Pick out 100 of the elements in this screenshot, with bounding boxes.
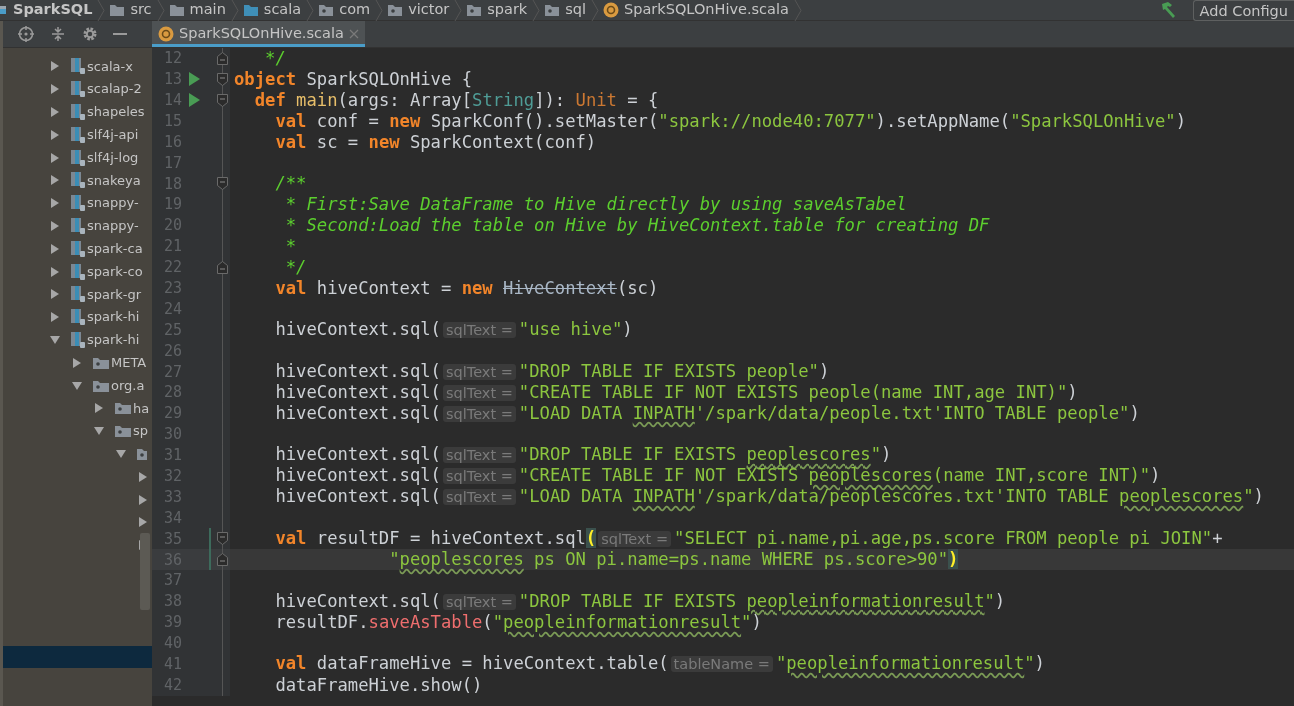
parameter-hint: sqlText = bbox=[442, 322, 516, 339]
tree-item-label[interactable]: snappy- bbox=[87, 216, 139, 236]
collapsed-arrow-icon[interactable] bbox=[49, 83, 61, 96]
breadcrumb-item[interactable]: main bbox=[164, 0, 239, 21]
code-token: val bbox=[274, 277, 307, 298]
parameter-hint: sqlText = bbox=[442, 593, 516, 610]
code-token: val bbox=[274, 110, 307, 131]
parameter-hint: sqlText = bbox=[442, 363, 516, 380]
code-token: ) bbox=[948, 549, 959, 570]
code-token: main bbox=[295, 89, 338, 110]
code-token: peoplescores bbox=[399, 549, 524, 570]
collapsed-arrow-icon[interactable] bbox=[49, 151, 61, 164]
code-token: ) bbox=[751, 612, 762, 633]
library-jar-icon bbox=[71, 80, 85, 99]
chevron-icon bbox=[97, 0, 106, 21]
collapsed-arrow-icon[interactable] bbox=[49, 311, 61, 324]
tree-item-label[interactable]: org.a bbox=[111, 375, 145, 396]
code-token: peopleinformationresult bbox=[503, 612, 742, 633]
add-configuration-button[interactable]: Add Configu bbox=[1192, 0, 1294, 21]
breadcrumb-item[interactable]: spark bbox=[462, 0, 541, 21]
code-token: new bbox=[368, 131, 400, 152]
code-token: "DROP TABLE IF EXISTS bbox=[518, 444, 738, 465]
tree-item-label[interactable]: scala-x bbox=[87, 56, 133, 77]
expanded-arrow-icon[interactable] bbox=[71, 379, 83, 392]
code-token: */ bbox=[284, 256, 307, 277]
collapsed-arrow-icon[interactable] bbox=[49, 60, 61, 73]
breadcrumb-item[interactable]: scala bbox=[238, 0, 315, 21]
code-token: SparkContext(conf) bbox=[408, 131, 597, 152]
code-token: * First:Save DataFrame to Hive directly by using saveAsTabel bbox=[284, 194, 907, 215]
collapsed-arrow-icon[interactable] bbox=[137, 516, 149, 529]
library-jar-icon bbox=[71, 285, 85, 304]
library-jar-icon bbox=[71, 148, 85, 167]
expanded-arrow-icon[interactable] bbox=[49, 333, 61, 346]
tree-item-label[interactable]: spark-co bbox=[87, 261, 143, 282]
breadcrumb-item[interactable]: victor bbox=[383, 0, 463, 21]
chevron-icon bbox=[306, 0, 315, 21]
tree-item-label[interactable]: spark-hi bbox=[87, 307, 140, 327]
collapsed-arrow-icon[interactable] bbox=[49, 128, 61, 141]
collapsed-arrow-icon[interactable] bbox=[137, 493, 149, 506]
file-tab[interactable]: SparkSQLOnHive.scala bbox=[152, 21, 365, 47]
fold-icon[interactable] bbox=[216, 93, 228, 107]
run-icon[interactable] bbox=[188, 72, 200, 87]
collapse-all-icon bbox=[49, 25, 67, 43]
tree-item-label[interactable]: shapeles bbox=[87, 102, 145, 122]
tree-item-label[interactable]: spark-gr bbox=[87, 284, 142, 305]
code-token: "CREATE TABLE IF NOT EXISTS bbox=[518, 465, 800, 486]
library-jar-icon bbox=[71, 103, 85, 121]
collapsed-arrow-icon[interactable] bbox=[137, 470, 149, 483]
code-token: "CREATE TABLE IF NOT EXISTS people(name INT,age INT)" bbox=[518, 381, 1068, 402]
fold-icon[interactable] bbox=[216, 177, 228, 191]
tree-item-label[interactable]: ha bbox=[133, 398, 150, 419]
code-token: + bbox=[1212, 528, 1223, 548]
breadcrumb-item[interactable]: sql bbox=[540, 0, 600, 21]
fold-end-icon[interactable] bbox=[216, 260, 228, 274]
breadcrumb-item[interactable]: src bbox=[105, 0, 165, 21]
collapsed-arrow-icon[interactable] bbox=[49, 197, 61, 210]
collapsed-arrow-icon[interactable] bbox=[49, 106, 61, 118]
breadcrumb-item[interactable]: com bbox=[314, 0, 384, 21]
code-token: peopleinformationresult bbox=[786, 653, 1025, 674]
tree-item-label[interactable]: slf4j-api bbox=[87, 125, 139, 145]
collapsed-arrow-icon[interactable] bbox=[93, 402, 105, 415]
library-jar-icon bbox=[71, 239, 85, 258]
expanded-arrow-icon[interactable] bbox=[115, 447, 127, 460]
tree-item-label[interactable]: snakeya bbox=[87, 170, 141, 191]
fold-end-icon[interactable] bbox=[216, 553, 228, 567]
fold-icon[interactable] bbox=[216, 532, 228, 546]
parameter-hint: tableName = bbox=[670, 656, 773, 673]
scala-object-icon bbox=[158, 25, 174, 42]
code-token: Unit bbox=[575, 89, 617, 110]
code-token: "LOAD DATA bbox=[518, 486, 624, 507]
code-token: def bbox=[253, 89, 286, 110]
collapsed-arrow-icon[interactable] bbox=[71, 356, 83, 369]
code-token: ]): bbox=[534, 89, 567, 110]
code-token: " bbox=[1243, 486, 1254, 507]
code-token: ps ON pi.name=ps.name WHERE ps.score>90" bbox=[533, 549, 949, 570]
code-token: ) bbox=[1253, 486, 1264, 507]
breadcrumb-item[interactable]: SparkSQLOnHive.scala bbox=[599, 0, 802, 21]
collapsed-arrow-icon[interactable] bbox=[49, 242, 61, 255]
breadcrumb-item[interactable]: SparkSQL bbox=[0, 0, 106, 21]
code-token: ) bbox=[1175, 110, 1187, 131]
code-token: ) bbox=[1150, 465, 1161, 486]
code-token: hiveContext.sql( bbox=[274, 381, 441, 402]
collapsed-arrow-icon[interactable] bbox=[49, 265, 61, 278]
tree-item-label[interactable]: scalap-2 bbox=[87, 79, 142, 99]
collapsed-arrow-icon[interactable] bbox=[49, 174, 61, 187]
tree-item-label[interactable]: META bbox=[111, 353, 147, 373]
tree-item-label[interactable]: spark-ca bbox=[87, 239, 143, 259]
tree-item-label[interactable]: snappy- bbox=[87, 193, 139, 213]
fold-icon[interactable] bbox=[216, 72, 228, 86]
collapsed-arrow-icon[interactable] bbox=[49, 288, 61, 301]
collapsed-arrow-icon[interactable] bbox=[49, 219, 61, 232]
run-icon[interactable] bbox=[188, 93, 200, 108]
parameter-hint: sqlText = bbox=[442, 468, 516, 485]
tree-item-label[interactable]: sp bbox=[133, 421, 149, 441]
scrollbar-thumb[interactable] bbox=[140, 533, 150, 610]
code-token: INPATH bbox=[632, 486, 695, 507]
fold-end-icon[interactable] bbox=[216, 51, 228, 65]
tree-item-label[interactable]: spark-hi bbox=[87, 330, 140, 350]
code-token: INPATH bbox=[632, 402, 695, 423]
tree-item-label[interactable]: slf4j-log bbox=[87, 147, 139, 168]
